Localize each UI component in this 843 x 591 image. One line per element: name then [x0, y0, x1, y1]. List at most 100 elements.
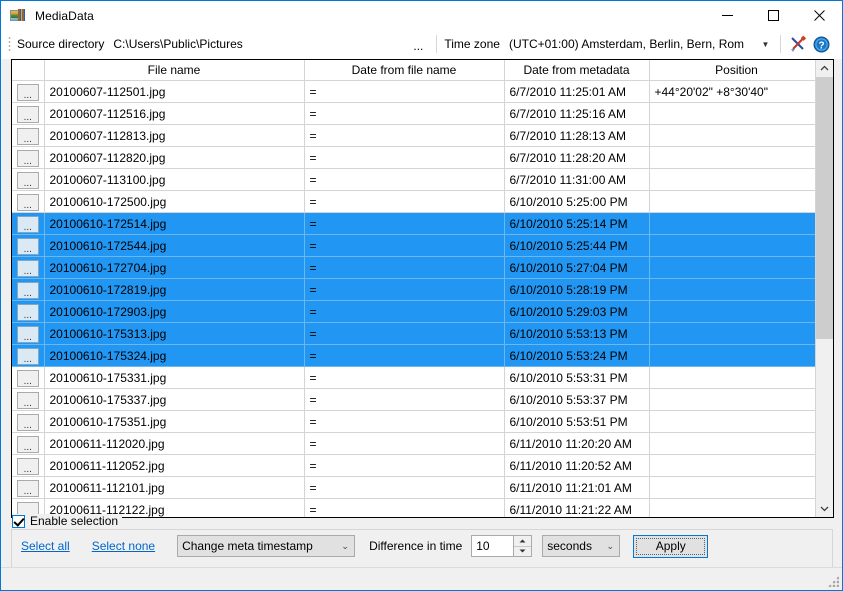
- scrollbar-thumb[interactable]: [816, 77, 833, 340]
- date-from-metadata-cell[interactable]: 6/7/2010 11:25:01 AM: [504, 80, 650, 103]
- file-name-cell[interactable]: 20100611-112101.jpg: [44, 476, 305, 499]
- date-from-file-name-cell[interactable]: =: [304, 234, 505, 257]
- date-from-file-name-cell[interactable]: =: [304, 454, 505, 477]
- apply-button[interactable]: Apply: [633, 534, 709, 558]
- position-cell[interactable]: [649, 102, 815, 125]
- date-from-file-name-cell[interactable]: =: [304, 476, 505, 499]
- checkbox-box[interactable]: [12, 514, 25, 528]
- date-from-metadata-cell[interactable]: 6/11/2010 11:21:22 AM: [504, 498, 650, 517]
- help-icon[interactable]: ?: [810, 32, 834, 56]
- enable-selection-checkbox[interactable]: Enable selection: [12, 514, 123, 528]
- date-from-metadata-cell[interactable]: 6/10/2010 5:53:51 PM: [504, 410, 650, 433]
- table-row[interactable]: ... 20100607-112820.jpg = 6/7/2010 11:28:20…: [12, 146, 815, 169]
- chevron-up-icon[interactable]: [816, 60, 833, 77]
- scrollbar-track[interactable]: [816, 77, 833, 500]
- file-name-cell[interactable]: 20100611-112020.jpg: [44, 432, 305, 455]
- file-name-cell[interactable]: 20100610-175351.jpg: [44, 410, 305, 433]
- row-select-button[interactable]: ...: [12, 124, 45, 147]
- row-select-button[interactable]: ...: [12, 388, 45, 411]
- row-select-button[interactable]: ...: [12, 168, 45, 191]
- row-select-button[interactable]: ...: [12, 146, 45, 169]
- source-directory-input[interactable]: C:\Users\Public\Pictures: [109, 33, 406, 55]
- column-header-date-from-metadata[interactable]: Date from metadata: [504, 60, 650, 81]
- table-row[interactable]: ... 20100610-175324.jpg = 6/10/2010 5:53:24…: [12, 344, 815, 367]
- row-select-button[interactable]: ...: [12, 256, 45, 279]
- table-row[interactable]: ... 20100611-112122.jpg = 6/11/2010 11:21:2…: [12, 498, 815, 517]
- toolbar-grip[interactable]: [7, 35, 12, 53]
- file-name-cell[interactable]: 20100607-112820.jpg: [44, 146, 305, 169]
- row-select-button[interactable]: ...: [12, 322, 45, 345]
- row-menu-icon[interactable]: ...: [16, 259, 39, 277]
- date-from-metadata-cell[interactable]: 6/10/2010 5:53:13 PM: [504, 322, 650, 345]
- file-name-cell[interactable]: 20100610-175313.jpg: [44, 322, 305, 345]
- minimize-button[interactable]: [704, 1, 750, 30]
- select-all-link[interactable]: Select all: [21, 539, 70, 553]
- date-from-metadata-cell[interactable]: 6/7/2010 11:31:00 AM: [504, 168, 650, 191]
- file-name-cell[interactable]: 20100610-172704.jpg: [44, 256, 305, 279]
- position-cell[interactable]: [649, 300, 815, 323]
- stepper-down-icon[interactable]: [514, 546, 532, 556]
- table-row[interactable]: ... 20100610-175337.jpg = 6/10/2010 5:53:37…: [12, 388, 815, 411]
- position-cell[interactable]: [649, 234, 815, 257]
- table-row[interactable]: ... 20100611-112101.jpg = 6/11/2010 11:21:0…: [12, 476, 815, 499]
- row-select-button[interactable]: ...: [12, 212, 45, 235]
- date-from-metadata-cell[interactable]: 6/10/2010 5:28:19 PM: [504, 278, 650, 301]
- position-cell[interactable]: +44°20'02" +8°30'40": [649, 80, 815, 103]
- position-cell[interactable]: [649, 344, 815, 367]
- time-unit-select[interactable]: seconds ⌄: [542, 535, 621, 557]
- position-cell[interactable]: [649, 322, 815, 345]
- file-name-cell[interactable]: 20100607-112516.jpg: [44, 102, 305, 125]
- date-from-file-name-cell[interactable]: =: [304, 102, 505, 125]
- date-from-file-name-cell[interactable]: =: [304, 146, 505, 169]
- file-name-cell[interactable]: 20100610-172514.jpg: [44, 212, 305, 235]
- date-from-metadata-cell[interactable]: 6/11/2010 11:20:20 AM: [504, 432, 650, 455]
- file-name-cell[interactable]: 20100610-172544.jpg: [44, 234, 305, 257]
- file-name-cell[interactable]: 20100611-112052.jpg: [44, 454, 305, 477]
- date-from-metadata-cell[interactable]: 6/7/2010 11:28:13 AM: [504, 124, 650, 147]
- row-menu-icon[interactable]: ...: [16, 105, 39, 123]
- date-from-file-name-cell[interactable]: =: [304, 80, 505, 103]
- row-select-button[interactable]: ...: [12, 454, 45, 477]
- time-zone-select[interactable]: (UTC+01:00) Amsterdam, Berlin, Bern, Rom…: [504, 33, 775, 55]
- position-cell[interactable]: [649, 190, 815, 213]
- row-select-button[interactable]: ...: [12, 476, 45, 499]
- chevron-down-icon[interactable]: [816, 500, 833, 517]
- select-none-link[interactable]: Select none: [92, 539, 155, 553]
- row-menu-icon[interactable]: ...: [16, 193, 39, 211]
- date-from-metadata-cell[interactable]: 6/11/2010 11:20:52 AM: [504, 454, 650, 477]
- row-menu-icon[interactable]: ...: [16, 215, 39, 233]
- column-header-rowselect[interactable]: [12, 60, 45, 81]
- row-menu-icon[interactable]: ...: [16, 413, 39, 431]
- position-cell[interactable]: [649, 124, 815, 147]
- row-menu-icon[interactable]: ...: [16, 479, 39, 497]
- file-name-cell[interactable]: 20100610-175337.jpg: [44, 388, 305, 411]
- table-row[interactable]: ... 20100611-112020.jpg = 6/11/2010 11:20:2…: [12, 432, 815, 455]
- row-select-button[interactable]: ...: [12, 300, 45, 323]
- date-from-metadata-cell[interactable]: 6/7/2010 11:28:20 AM: [504, 146, 650, 169]
- position-cell[interactable]: [649, 454, 815, 477]
- date-from-file-name-cell[interactable]: =: [304, 300, 505, 323]
- position-cell[interactable]: [649, 168, 815, 191]
- row-select-button[interactable]: ...: [12, 80, 45, 103]
- row-menu-icon[interactable]: ...: [16, 369, 39, 387]
- date-from-file-name-cell[interactable]: =: [304, 366, 505, 389]
- file-name-cell[interactable]: 20100607-113100.jpg: [44, 168, 305, 191]
- row-menu-icon[interactable]: ...: [16, 457, 39, 475]
- row-select-button[interactable]: ...: [12, 102, 45, 125]
- row-select-button[interactable]: ...: [12, 366, 45, 389]
- stepper-up-icon[interactable]: [514, 536, 532, 547]
- row-menu-icon[interactable]: ...: [16, 83, 39, 101]
- table-row[interactable]: ... 20100607-112516.jpg = 6/7/2010 11:25:16…: [12, 102, 815, 125]
- row-menu-icon[interactable]: ...: [16, 149, 39, 167]
- table-row[interactable]: ... 20100610-172704.jpg = 6/10/2010 5:27:04…: [12, 256, 815, 279]
- resize-grip[interactable]: [828, 576, 839, 587]
- row-menu-icon[interactable]: ...: [16, 237, 39, 255]
- date-from-metadata-cell[interactable]: 6/10/2010 5:29:03 PM: [504, 300, 650, 323]
- browse-directory-button[interactable]: ...: [405, 33, 431, 55]
- row-select-button[interactable]: ...: [12, 278, 45, 301]
- file-name-cell[interactable]: 20100610-172500.jpg: [44, 190, 305, 213]
- date-from-file-name-cell[interactable]: =: [304, 322, 505, 345]
- row-menu-icon[interactable]: ...: [16, 325, 39, 343]
- file-name-cell[interactable]: 20100610-172903.jpg: [44, 300, 305, 323]
- close-button[interactable]: [796, 1, 842, 30]
